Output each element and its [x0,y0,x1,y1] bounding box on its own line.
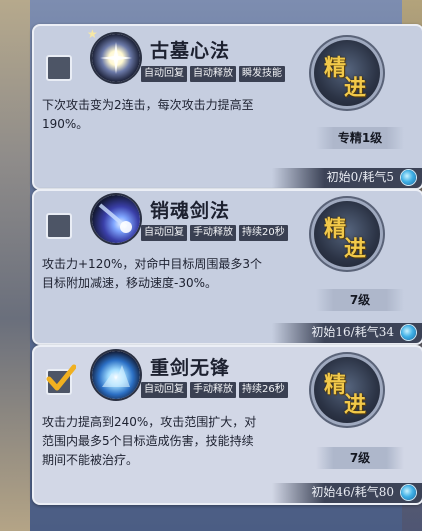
desc-line: 期间不能被治疗。 [42,453,139,467]
skill-cost: 初始16/耗气34 [311,325,394,339]
skill-tag: 瞬发技能 [239,66,285,82]
upgrade-char: 进 [344,392,367,418]
upgrade-char: 精 [324,55,347,81]
skill-name: 销魂剑法 [150,200,231,222]
desc-line: 攻击力提高到240%，攻击范围扩大，对 [42,415,257,429]
upgrade-char: 进 [344,75,367,101]
desc-line: 下次攻击变为2连击，每次攻击力提高至 [42,98,254,112]
skill-checkbox[interactable] [46,213,72,239]
checkmark-icon [46,364,76,391]
qi-orb-icon [401,485,416,500]
skill-card-zhongjian: 重剑无锋 自动回复 手动释放 持续26秒 攻击力提高到240%，攻击范围扩大，对… [32,345,422,505]
upgrade-button[interactable]: 精 进 [314,357,380,423]
upgrade-char: 进 [344,236,367,262]
skill-level: 7级 [316,447,404,469]
upgrade-char: 精 [324,372,347,398]
skill-level: 专精1级 [316,127,404,149]
desc-line: 190%。 [42,117,89,131]
skill-tag: 手动释放 [190,225,236,241]
skill-tag: 自动回复 [141,382,187,398]
skill-name: 重剑无锋 [150,357,231,379]
upgrade-button[interactable]: 精 进 [314,40,380,106]
desc-line: 范围内最多5个目标造成伤害，技能持续 [42,434,254,448]
skill-checkbox[interactable] [46,364,76,395]
skill-cost: 初始0/耗气5 [326,170,394,184]
skill-tag: 自动回复 [141,225,187,241]
skill-tag: 持续20秒 [239,225,288,241]
skill-tags: 自动回复 手动释放 持续20秒 [141,225,288,241]
upgrade-button[interactable]: 精 进 [314,201,380,267]
skill-tag: 持续26秒 [239,382,288,398]
skill-card-guomu: ★ 古墓心法 自动回复 自动释放 瞬发技能 下次攻击变为2连击，每次攻击力提高至… [32,24,422,190]
sparkle-orb-icon [92,34,140,82]
upgrade-char: 精 [324,216,347,242]
skill-tags: 自动回复 自动释放 瞬发技能 [141,66,285,82]
skill-tags: 自动回复 手动释放 持续26秒 [141,382,288,398]
desc-line: 攻击力+120%，对命中目标周围最多3个 [42,257,262,271]
blue-blast-icon [92,351,140,399]
desc-line: 目标附加减速，移动速度-30%。 [42,276,218,290]
skill-tag: 手动释放 [190,382,236,398]
skill-name: 古墓心法 [150,40,231,62]
skill-cost: 初始46/耗气80 [311,485,394,499]
skill-tag: 自动回复 [141,66,187,82]
qi-orb-icon [401,170,416,185]
background-left-art [0,0,30,531]
skill-description: 攻击力提高到240%，攻击范围扩大，对 范围内最多5个目标造成伤害，技能持续 期… [42,413,318,470]
skill-description: 攻击力+120%，对命中目标周围最多3个 目标附加减速，移动速度-30%。 [42,255,318,293]
skill-card-xiaohun: 销魂剑法 自动回复 手动释放 持续20秒 攻击力+120%，对命中目标周围最多3… [32,189,422,345]
skill-tag: 自动释放 [190,66,236,82]
qi-orb-icon [401,325,416,340]
skill-checkbox[interactable] [46,55,72,81]
star-icon: ★ [87,27,98,41]
comet-sword-icon [92,195,140,243]
skill-level: 7级 [316,289,404,311]
skill-description: 下次攻击变为2连击，每次攻击力提高至 190%。 [42,96,318,134]
